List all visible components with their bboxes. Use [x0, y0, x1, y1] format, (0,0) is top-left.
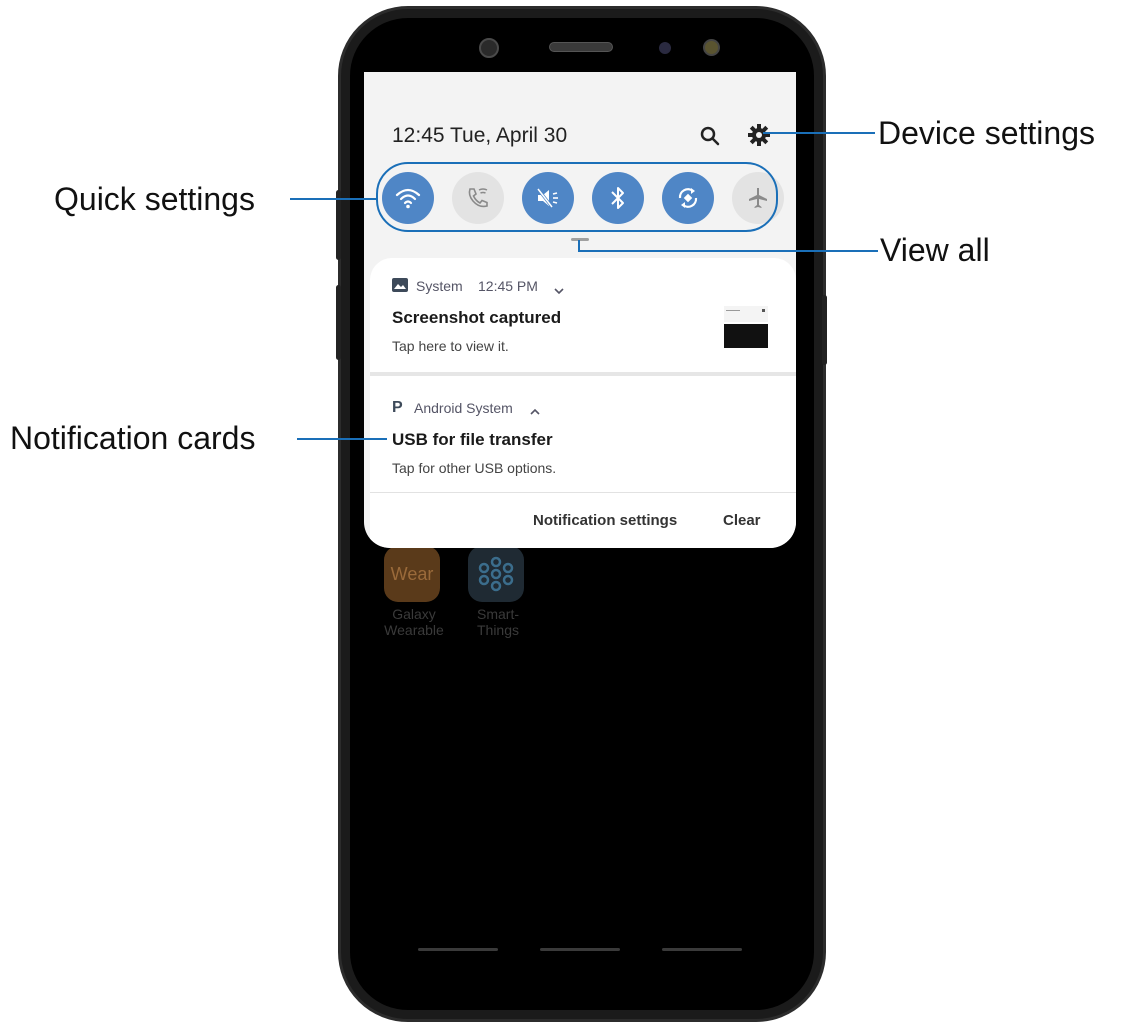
notification-card-screenshot[interactable]: System 12:45 PM Screenshot captured Tap … — [370, 258, 796, 372]
callout-device-settings: Device settings — [878, 115, 1095, 151]
app-label-line1: Smart- — [477, 606, 519, 622]
callout-line-view-all-stub — [578, 240, 580, 251]
notification-body: Tap for other USB options. — [392, 460, 557, 476]
callout-quick-settings: Quick settings — [54, 181, 255, 217]
bixby-button — [336, 285, 341, 360]
callout-notification-cards: Notification cards — [10, 420, 256, 456]
callout-line-quick-settings — [290, 198, 377, 200]
galaxy-wearable-icon: Wear — [384, 546, 440, 602]
callout-line-view-all — [578, 250, 878, 252]
notification-title: Screenshot captured — [392, 308, 562, 327]
callout-line-device-settings — [763, 132, 875, 134]
nav-recents[interactable] — [418, 948, 498, 951]
android-system-icon: P — [392, 399, 403, 416]
clear-button[interactable]: Clear — [723, 512, 761, 529]
volume-button — [336, 190, 341, 260]
notification-app-name: Android System — [414, 400, 513, 416]
search-icon[interactable] — [698, 124, 722, 148]
flash-icon — [703, 39, 720, 56]
callout-view-all: View all — [880, 232, 990, 268]
earpiece-speaker — [549, 42, 613, 52]
notification-settings-button[interactable]: Notification settings — [533, 512, 677, 529]
chevron-down-icon[interactable] — [554, 282, 564, 300]
power-button — [822, 295, 827, 365]
chevron-up-icon[interactable] — [530, 403, 540, 421]
notification-app-name: System — [416, 278, 463, 294]
nav-home[interactable] — [540, 948, 620, 951]
app-galaxy-wearable[interactable]: Wear Galaxy Wearable — [384, 546, 444, 638]
app-label-line2: Wearable — [384, 622, 444, 638]
app-label-line1: Galaxy — [392, 606, 436, 622]
notification-body: Tap here to view it. — [392, 338, 509, 354]
notification-card-usb[interactable]: P Android System USB for file transfer T… — [370, 376, 796, 494]
image-icon — [392, 278, 408, 292]
view-all-handle[interactable] — [571, 238, 589, 241]
notification-title: USB for file transfer — [392, 430, 553, 449]
notification-panel: 12:45 Tue, April 30 System 12:45 PM Scre… — [364, 72, 796, 548]
app-label-line2: Things — [476, 622, 520, 638]
notification-time: 12:45 PM — [478, 278, 538, 294]
status-time-date: 12:45 Tue, April 30 — [392, 124, 568, 147]
sensor-icon — [659, 42, 671, 54]
quick-settings-outline — [376, 162, 778, 232]
callout-line-notification-cards — [297, 438, 387, 440]
gear-icon[interactable] — [747, 123, 771, 147]
smartthings-icon — [468, 546, 524, 602]
nav-back[interactable] — [662, 948, 742, 951]
screenshot-thumbnail — [724, 306, 768, 348]
app-smartthings[interactable]: Smart- Things — [468, 546, 528, 638]
front-camera-icon — [479, 38, 499, 58]
